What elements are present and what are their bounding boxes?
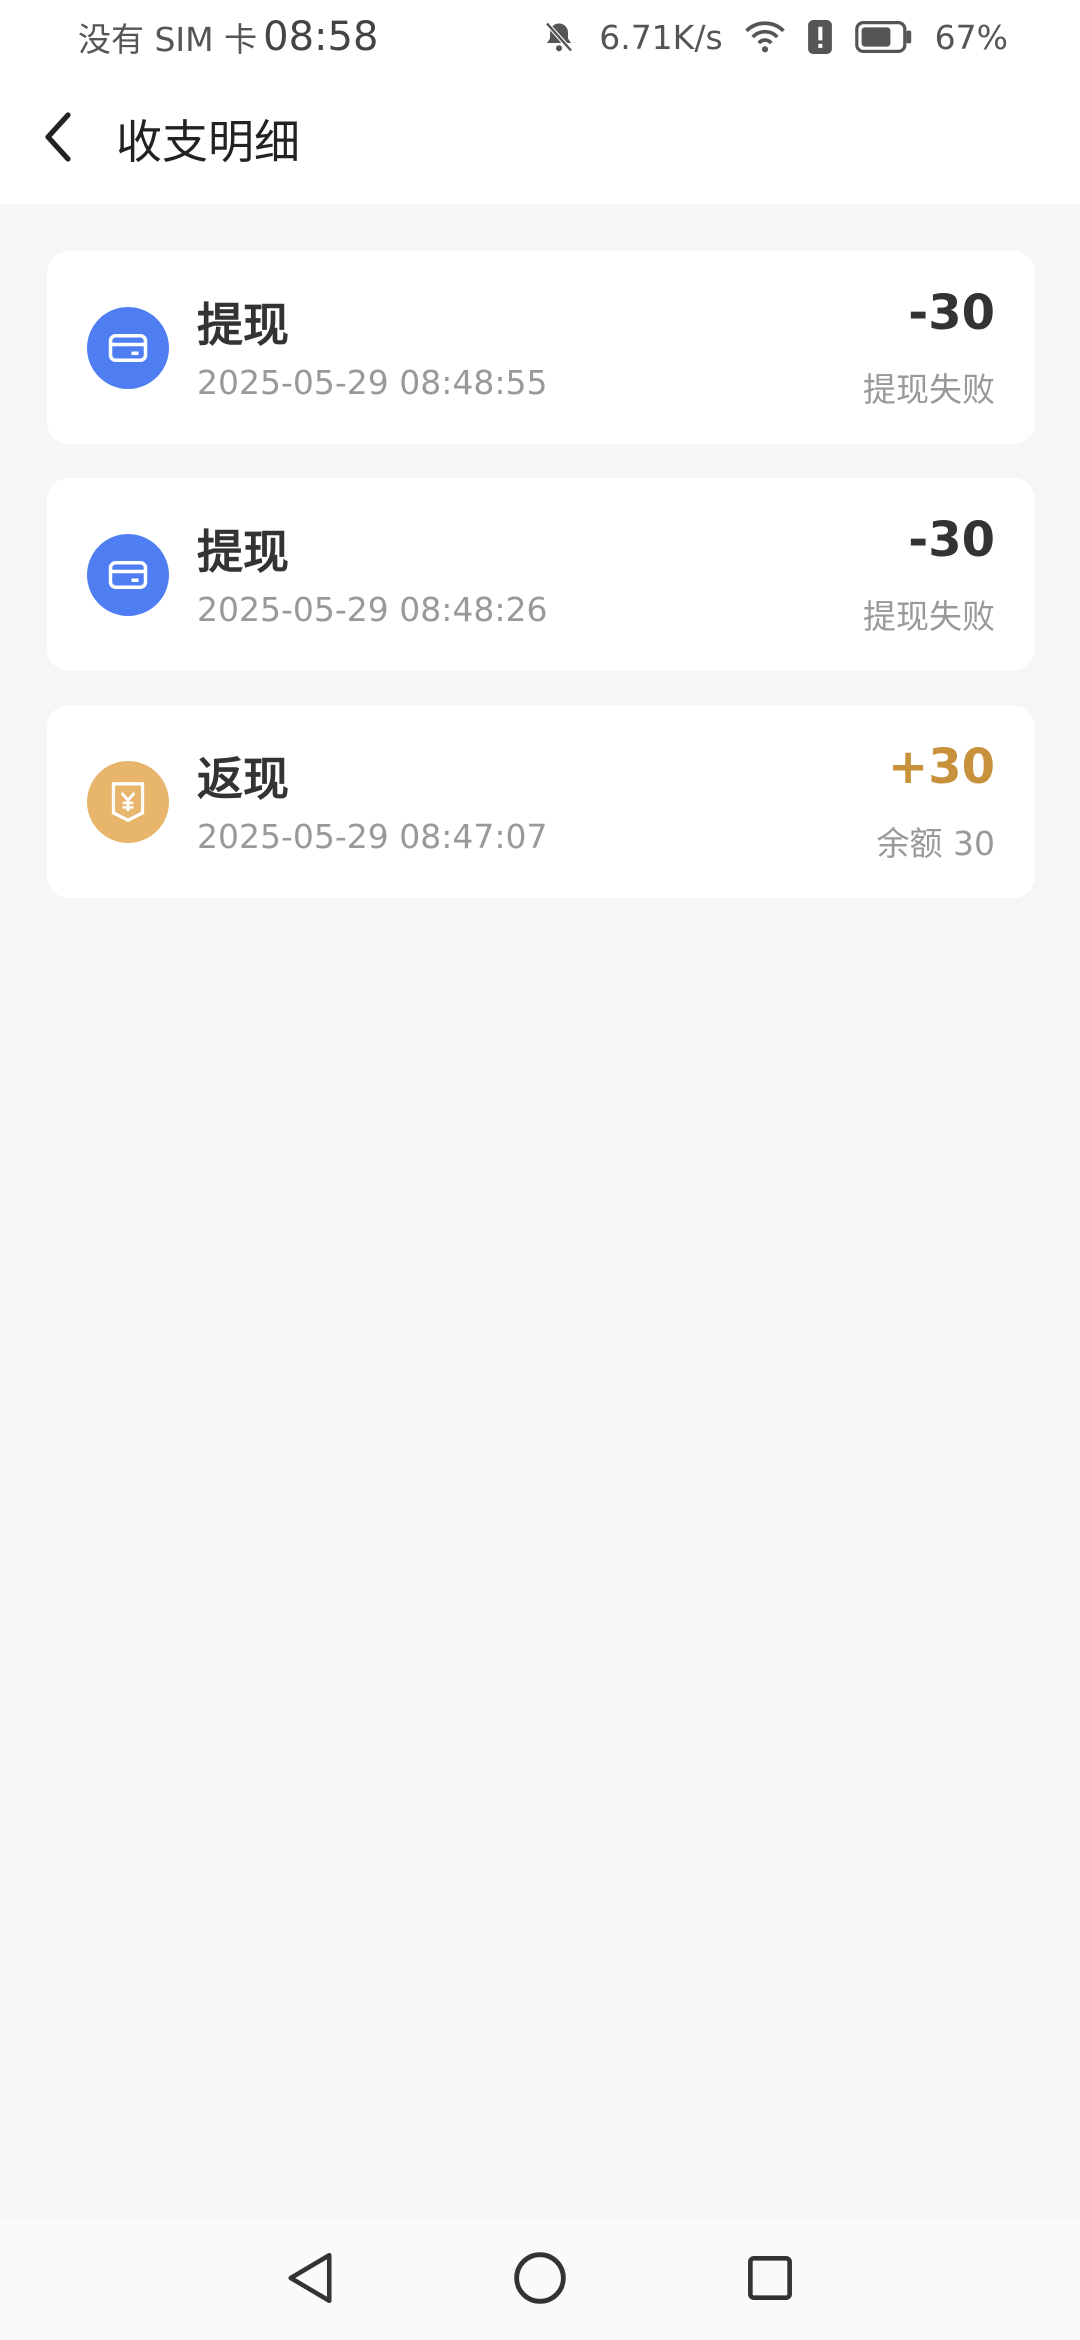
transaction-datetime: 2025-05-29 08:48:26 (197, 590, 548, 629)
alert-icon (807, 20, 833, 54)
triangle-back-icon (283, 2250, 337, 2310)
transaction-datetime: 2025-05-29 08:48:55 (197, 363, 548, 402)
page-title: 收支明细 (116, 115, 300, 169)
system-nav-bar (0, 2220, 1080, 2340)
square-recents-icon (745, 2253, 795, 2307)
transaction-list: 提现 2025-05-29 08:48:55 -30 提现失败 提现 2025-… (47, 251, 1035, 932)
status-bar: 没有 SIM 卡 08:58 6.71K/s 67% (0, 0, 1080, 74)
yuan-envelope-icon (87, 761, 169, 843)
transaction-amount: -30 (908, 512, 995, 568)
nav-back-button[interactable] (275, 2245, 345, 2315)
transaction-title: 提现 (197, 298, 289, 352)
wifi-icon (744, 20, 785, 54)
nav-home-button[interactable] (505, 2245, 575, 2315)
transaction-item[interactable]: 提现 2025-05-29 08:48:55 -30 提现失败 (47, 251, 1035, 444)
transaction-status: 提现失败 (863, 370, 995, 409)
transaction-datetime: 2025-05-29 08:47:07 (197, 817, 548, 856)
status-left: 没有 SIM 卡 08:58 (78, 13, 378, 61)
carrier-label: 没有 SIM 卡 (78, 20, 258, 59)
card-icon (87, 307, 169, 389)
transaction-amount: +30 (887, 739, 995, 795)
transaction-item[interactable]: 提现 2025-05-29 08:48:26 -30 提现失败 (47, 478, 1035, 671)
transaction-status: 提现失败 (863, 597, 995, 636)
network-speed: 6.71K/s (599, 17, 723, 57)
back-button[interactable] (0, 74, 110, 204)
clock: 08:58 (263, 14, 379, 60)
battery-icon (854, 21, 913, 53)
chevron-left-icon (40, 111, 76, 167)
battery-percent: 67% (934, 17, 1008, 57)
nav-header: 收支明细 (0, 74, 1080, 204)
circle-home-icon (512, 2250, 568, 2310)
status-right: 6.71K/s 67% (541, 18, 1008, 57)
card-icon (87, 534, 169, 616)
nav-recents-button[interactable] (735, 2245, 805, 2315)
transaction-title: 提现 (197, 525, 289, 579)
transaction-amount: -30 (908, 285, 995, 341)
transaction-item[interactable]: 返现 2025-05-29 08:47:07 +30 余额 30 (47, 705, 1035, 898)
transaction-balance: 余额 30 (876, 824, 995, 863)
bell-muted-icon (541, 19, 577, 55)
transaction-title: 返现 (197, 752, 289, 806)
